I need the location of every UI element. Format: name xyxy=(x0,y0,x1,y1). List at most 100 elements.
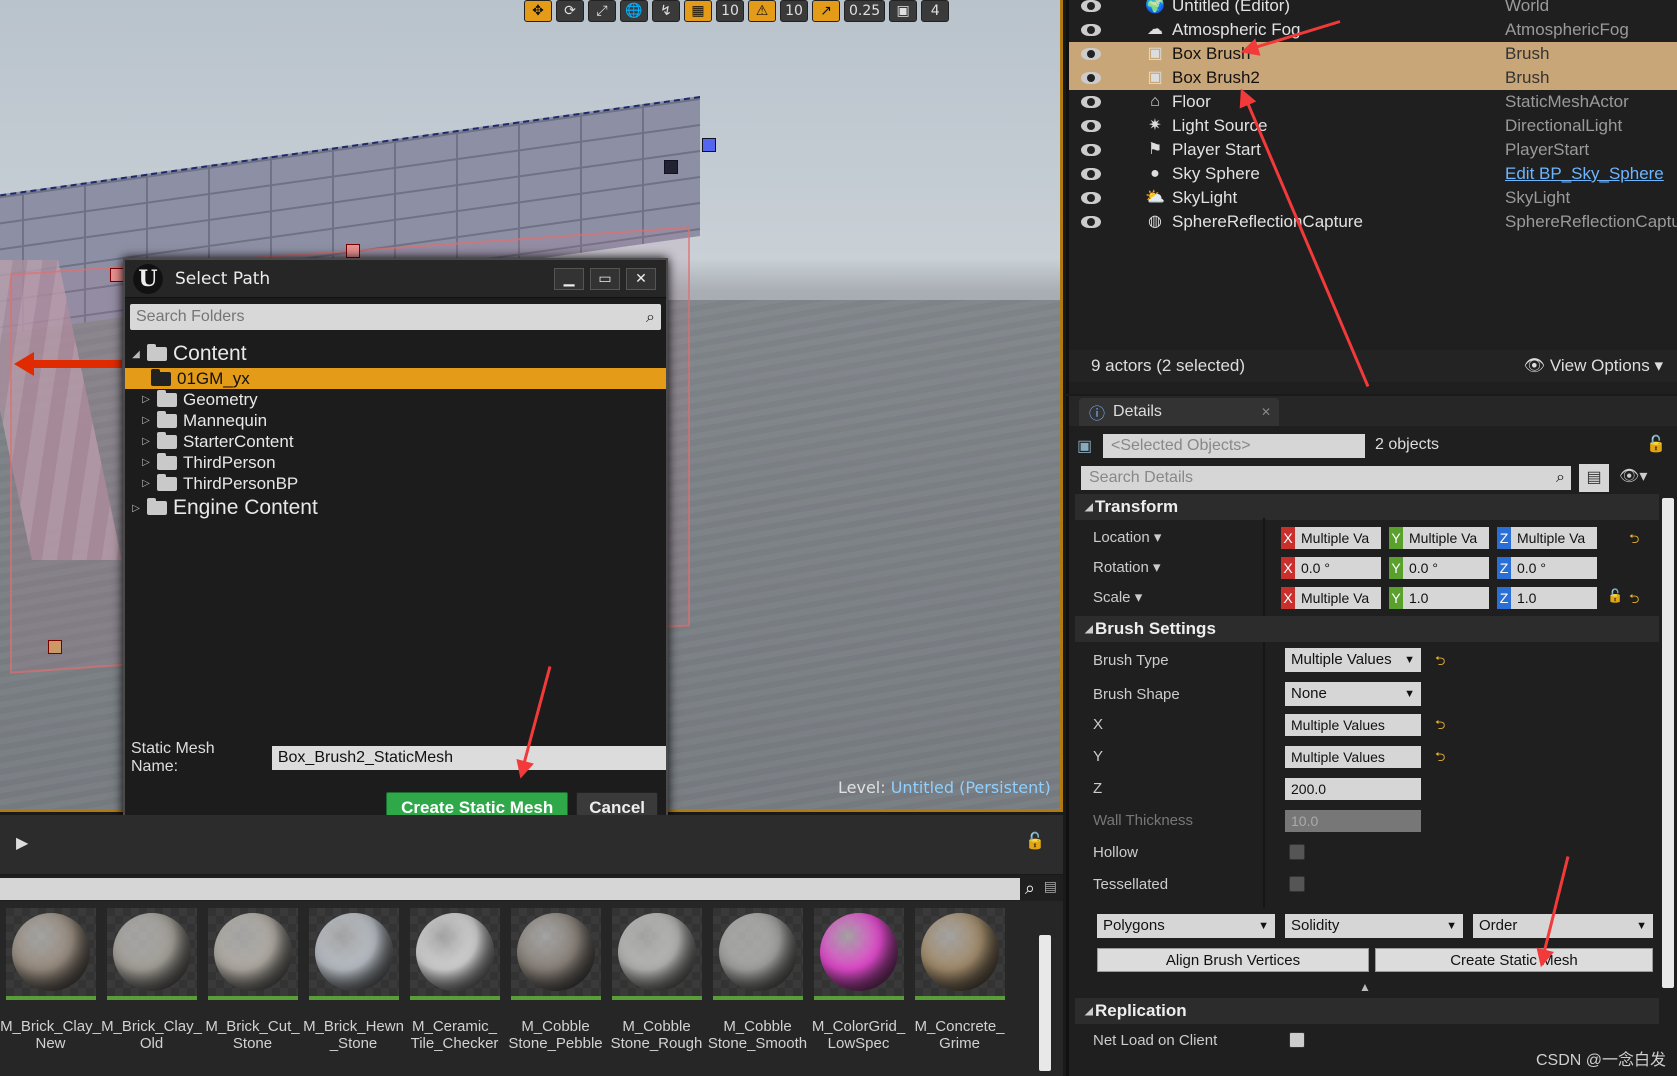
hollow-checkbox[interactable] xyxy=(1289,844,1305,860)
tree-item-thirdperson[interactable]: ▷ ThirdPerson xyxy=(125,452,666,473)
location-label[interactable]: Location ▾ xyxy=(1093,528,1161,546)
outliner-row[interactable]: ⚑ Player Start PlayerStart xyxy=(1069,138,1677,162)
asset-tile[interactable]: M_Cobble Stone_Smooth xyxy=(707,908,808,1076)
camera-speed-icon[interactable]: ▣ xyxy=(889,0,918,22)
outliner-row[interactable]: ▣ Box Brush2 Brush xyxy=(1069,66,1677,90)
asset-tile[interactable]: M_Brick_Hewn _Stone xyxy=(303,908,404,1076)
scale-icon[interactable]: ⤢ xyxy=(588,0,616,22)
brush-type-dropdown[interactable]: Multiple Values ▼ xyxy=(1285,648,1421,672)
vertex-handle[interactable] xyxy=(48,640,62,654)
brush-z-field[interactable]: 200.0 xyxy=(1285,778,1421,800)
brush-y-field[interactable]: Multiple Values xyxy=(1285,746,1421,768)
polygons-dropdown[interactable]: Polygons ▼ xyxy=(1097,914,1275,938)
outliner-row[interactable]: ✷ Light Source DirectionalLight xyxy=(1069,114,1677,138)
visibility-eye-icon[interactable] xyxy=(1081,72,1101,84)
search-icon[interactable]: ⌕ xyxy=(646,307,655,327)
vertex-handle[interactable] xyxy=(702,138,716,152)
lock-icon[interactable]: 🔓 xyxy=(1025,831,1045,850)
section-brush-settings[interactable]: ◢ Brush Settings xyxy=(1075,616,1659,642)
transform-gizmo-x[interactable] xyxy=(14,352,122,376)
maximize-icon[interactable]: ▭ xyxy=(590,267,620,290)
view-options-button[interactable]: 👁 View Options ▾ xyxy=(1524,356,1663,376)
outliner-row[interactable]: ▣ Box Brush Brush xyxy=(1069,42,1677,66)
brush-x-field[interactable]: Multiple Values xyxy=(1285,714,1421,736)
expand-arrow-icon[interactable]: ▷ xyxy=(139,478,153,489)
rotation-label[interactable]: Rotation ▾ xyxy=(1093,558,1161,576)
grid-size-value[interactable]: 10 xyxy=(716,0,744,22)
scale-snap-value[interactable]: 0.25 xyxy=(844,0,886,22)
reset-arrow-icon[interactable]: ⮌ xyxy=(1435,716,1445,738)
align-brush-vertices-button[interactable]: Align Brush Vertices xyxy=(1097,948,1369,972)
close-tab-icon[interactable]: ✕ xyxy=(1261,405,1271,419)
collapse-arrow-icon[interactable]: ▶ xyxy=(16,833,28,852)
reset-arrow-icon[interactable]: ⮌ xyxy=(1435,748,1445,770)
visibility-eye-icon[interactable] xyxy=(1081,0,1101,12)
location-y-field[interactable]: Multiple Va xyxy=(1403,527,1489,549)
vertex-handle[interactable] xyxy=(346,244,360,258)
camera-speed-value[interactable]: 4 xyxy=(921,0,950,22)
search-icon[interactable]: ⌕ xyxy=(1025,878,1035,899)
asset-tile[interactable]: M_Brick_Cut_ Stone xyxy=(202,908,303,1076)
dialog-titlebar[interactable]: U Select Path ▁ ▭ ✕ xyxy=(125,260,666,298)
static-mesh-name-input[interactable] xyxy=(271,746,666,770)
translate-icon[interactable]: ✥ xyxy=(524,0,552,22)
visibility-eye-icon[interactable] xyxy=(1081,24,1101,36)
visibility-eye-icon[interactable] xyxy=(1081,120,1101,132)
details-scrollbar[interactable] xyxy=(1662,498,1674,988)
rotation-x-field[interactable]: 0.0 ° xyxy=(1295,557,1381,579)
asset-tile[interactable]: M_Ceramic_ Tile_Checker xyxy=(404,908,505,1076)
lock-icon[interactable]: 🔓 xyxy=(1607,588,1623,604)
visibility-eye-icon[interactable] xyxy=(1081,192,1101,204)
rotation-y-field[interactable]: 0.0 ° xyxy=(1403,557,1489,579)
grid-view-icon[interactable]: ▤ xyxy=(1579,464,1609,492)
collapse-up-icon[interactable]: ▲ xyxy=(1359,980,1371,994)
tab-details[interactable]: ⓘ Details ✕ xyxy=(1079,398,1279,426)
tree-item-startercontent[interactable]: ▷ StarterContent xyxy=(125,431,666,452)
tessellated-checkbox[interactable] xyxy=(1289,876,1305,892)
order-dropdown[interactable]: Order ▼ xyxy=(1473,914,1653,938)
rotation-snap-icon[interactable]: ⚠ xyxy=(748,0,776,22)
scale-x-field[interactable]: Multiple Va xyxy=(1295,587,1381,609)
visibility-eye-icon[interactable] xyxy=(1081,96,1101,108)
tree-item-mannequin[interactable]: ▷ Mannequin xyxy=(125,410,666,431)
create-static-mesh-button[interactable]: Create Static Mesh xyxy=(1375,948,1653,972)
asset-search-input[interactable] xyxy=(0,878,1020,900)
section-replication[interactable]: ◢ Replication xyxy=(1075,998,1659,1024)
tree-item-geometry[interactable]: ▷ Geometry xyxy=(125,389,666,410)
vertex-handle[interactable] xyxy=(664,160,678,174)
scale-snap-icon[interactable]: ↗ xyxy=(812,0,840,22)
actor-type[interactable]: Edit BP_Sky_Sphere xyxy=(1505,164,1664,184)
expand-arrow-icon[interactable]: ▷ xyxy=(139,457,153,468)
asset-scrollbar[interactable] xyxy=(1039,935,1051,1071)
expand-arrow-icon[interactable]: ▷ xyxy=(139,415,153,426)
tree-item-01gm-yx[interactable]: 01GM_yx xyxy=(125,368,666,389)
outliner-row[interactable]: ● Sky Sphere Edit BP_Sky_Sphere xyxy=(1069,162,1677,186)
expand-arrow-icon[interactable]: ▷ xyxy=(139,436,153,447)
reset-arrow-icon[interactable]: ⮌ xyxy=(1629,530,1639,552)
rotate-icon[interactable]: ⟳ xyxy=(556,0,584,22)
save-search-icon[interactable]: ▤ xyxy=(1044,879,1057,895)
asset-tile[interactable]: M_Brick_Clay_ Old xyxy=(101,908,202,1076)
section-transform[interactable]: ◢ Transform xyxy=(1075,494,1659,520)
expand-arrow-icon[interactable]: ◢ xyxy=(129,349,143,360)
rotation-z-field[interactable]: 0.0 ° xyxy=(1511,557,1597,579)
solidity-dropdown[interactable]: Solidity ▼ xyxy=(1285,914,1463,938)
brush-shape-dropdown[interactable]: None ▼ xyxy=(1285,682,1421,706)
tree-item-thirdpersonbp[interactable]: ▷ ThirdPersonBP xyxy=(125,473,666,494)
search-details-field[interactable]: Search Details ⌕ xyxy=(1081,466,1571,490)
asset-tile[interactable]: M_Cobble Stone_Pebble xyxy=(505,908,606,1076)
asset-tile[interactable]: M_Cobble Stone_Rough xyxy=(606,908,707,1076)
rotation-snap-value[interactable]: 10 xyxy=(780,0,808,22)
close-icon[interactable]: ✕ xyxy=(626,267,656,290)
search-folders-field[interactable]: ⌕ xyxy=(130,304,661,330)
search-icon[interactable]: ⌕ xyxy=(1556,466,1565,490)
search-folders-input[interactable] xyxy=(130,304,661,330)
surface-snap-icon[interactable]: ↯ xyxy=(652,0,680,22)
asset-tile[interactable]: M_Brick_Clay_ New xyxy=(0,908,101,1076)
visibility-eye-icon[interactable] xyxy=(1081,216,1101,228)
tree-item-engine-content[interactable]: ▷ Engine Content xyxy=(125,494,666,522)
outliner-row[interactable]: ⌂ Floor StaticMeshActor xyxy=(1069,90,1677,114)
asset-tile[interactable]: M_ColorGrid_ LowSpec xyxy=(808,908,909,1076)
grid-snap-icon[interactable]: ▦ xyxy=(684,0,712,22)
tree-item-content[interactable]: ◢ Content xyxy=(125,340,666,368)
